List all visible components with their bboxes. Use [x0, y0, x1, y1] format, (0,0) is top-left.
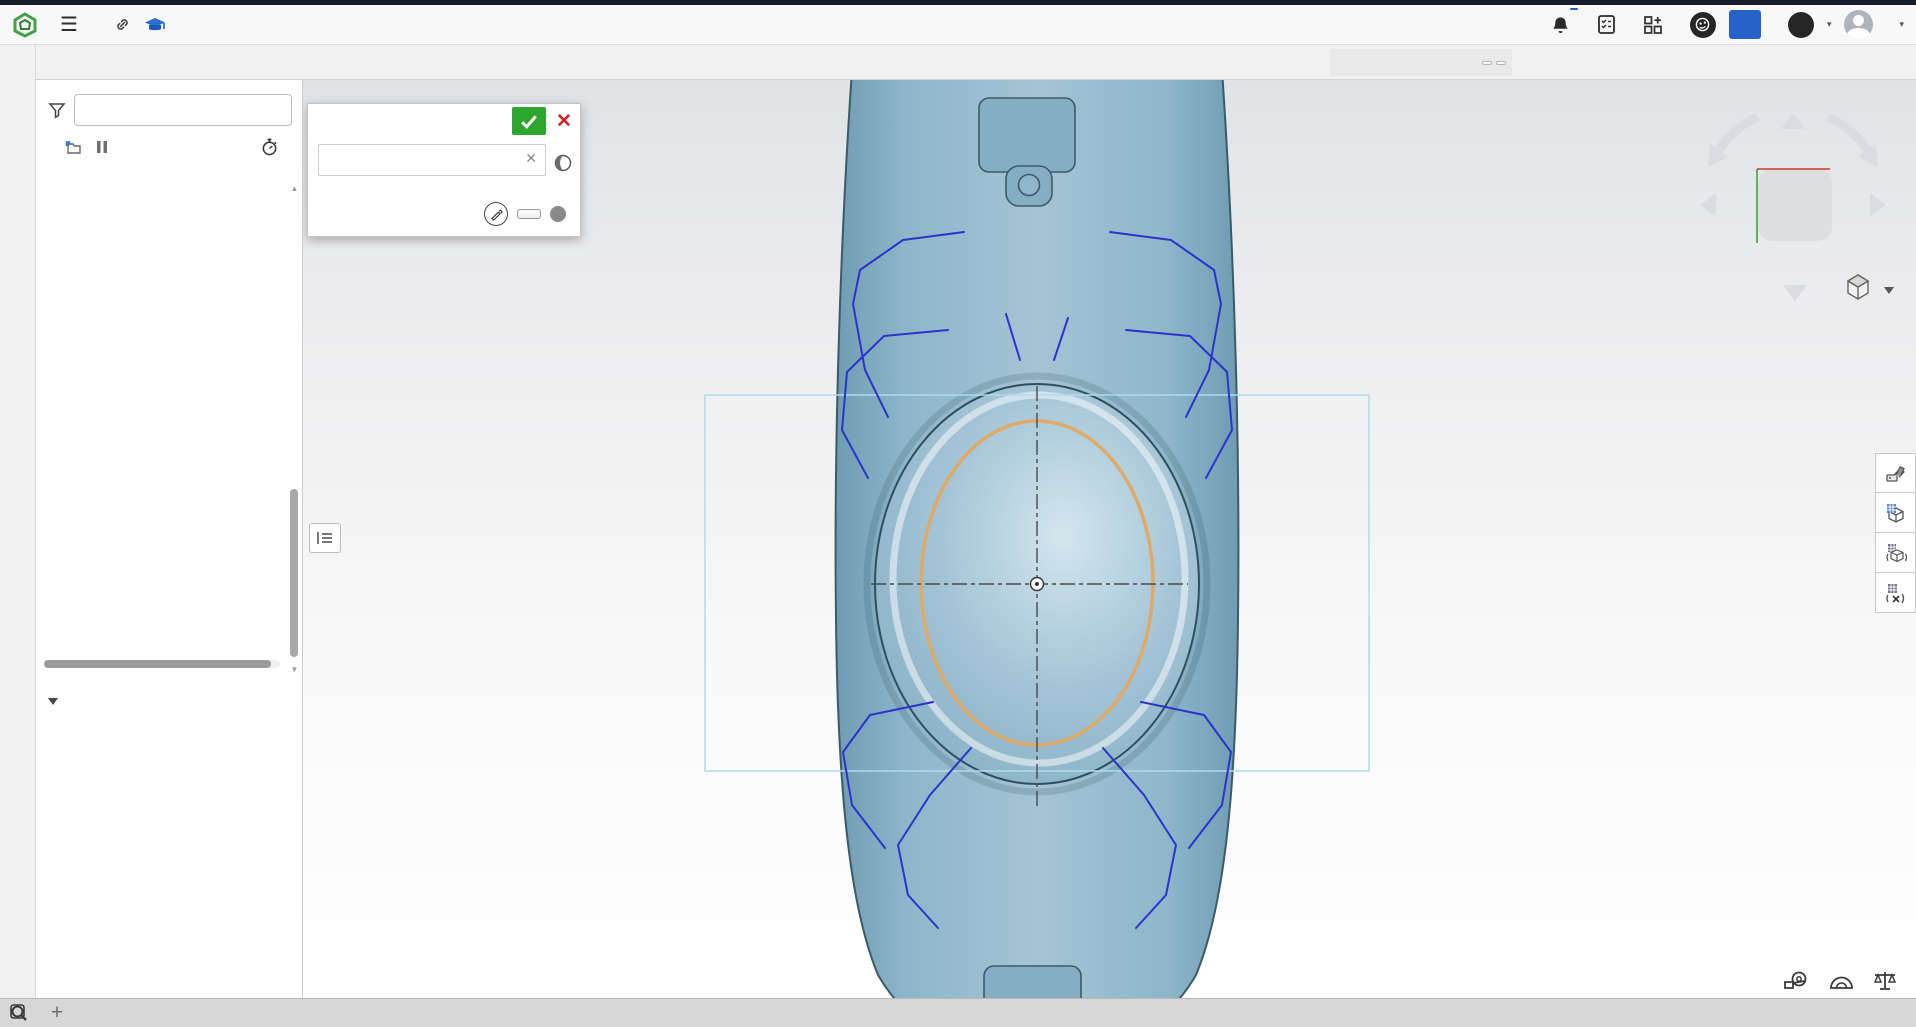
- check-icon: [521, 114, 537, 129]
- sketch-origin-dot: [1035, 582, 1039, 586]
- horizontal-scroll-thumb[interactable]: [44, 660, 271, 668]
- custom-table-icon[interactable]: [1875, 573, 1916, 613]
- search-tabs-icon[interactable]: [0, 999, 38, 1027]
- view-face-button[interactable]: [1758, 169, 1832, 241]
- tape-measure-icon[interactable]: [1782, 970, 1810, 992]
- education-cap-icon[interactable]: [144, 17, 165, 33]
- sketch-plane-value[interactable]: [327, 157, 525, 160]
- configured-cube-icon[interactable]: [1875, 533, 1916, 573]
- suspend-rebuild-icon[interactable]: [96, 140, 108, 154]
- sketch-toolbar: [36, 45, 1916, 80]
- named-views-cube-icon[interactable]: [1875, 493, 1916, 533]
- rollback-stopwatch-icon[interactable]: [261, 138, 278, 156]
- kbd-c: [1496, 60, 1506, 65]
- feature-filter-input[interactable]: [74, 94, 292, 126]
- dialog-checkboxes: [308, 176, 580, 192]
- search-tools-box[interactable]: [1330, 49, 1512, 76]
- new-tab-icon[interactable]: +: [38, 999, 76, 1027]
- app-store-grid-icon[interactable]: [1643, 15, 1663, 35]
- scroll-up-icon[interactable]: ▲: [290, 184, 299, 193]
- cancel-button[interactable]: ✕: [552, 107, 576, 135]
- help-caret-icon[interactable]: ▾: [1827, 19, 1832, 30]
- vertical-scroll-thumb[interactable]: [290, 489, 298, 657]
- protractor-icon[interactable]: [1827, 970, 1855, 992]
- feature-list: [36, 182, 286, 658]
- appearance-icon[interactable]: [1875, 453, 1916, 493]
- feature-list-panel: ▲ ▼: [36, 80, 303, 998]
- notification-count-badge: [1569, 7, 1578, 10]
- kbd-alt: [1482, 60, 1492, 65]
- document-header: ☰ ▾ ▾: [0, 5, 1916, 45]
- mass-properties-icon[interactable]: [1872, 970, 1898, 992]
- features-horizontal-scrollbar[interactable]: [44, 660, 280, 668]
- main-menu-icon[interactable]: ☰: [60, 12, 78, 37]
- parts-chevron-icon: [48, 697, 58, 705]
- tab-bar: +: [0, 998, 1916, 1027]
- accept-button[interactable]: [512, 107, 546, 135]
- view-navigation-widget[interactable]: [1688, 85, 1916, 320]
- rotate-left-icon[interactable]: [1700, 193, 1716, 217]
- onshape-logo-icon: [13, 11, 37, 38]
- rotate-up-icon[interactable]: [1781, 113, 1805, 129]
- dialog-help-icon[interactable]: [550, 206, 566, 222]
- scroll-down-icon[interactable]: ▼: [290, 665, 299, 674]
- measure-toolbar: [1782, 970, 1898, 992]
- viewport-right-rail: [1875, 453, 1916, 613]
- sketch-options-icon[interactable]: [484, 202, 508, 226]
- roll-cw-icon[interactable]: [1826, 112, 1874, 158]
- sketch-list-flyout-toggle[interactable]: [309, 523, 341, 553]
- tasks-checklist-icon[interactable]: [1597, 14, 1616, 35]
- user-menu-caret-icon[interactable]: ▾: [1899, 19, 1904, 30]
- view-cube-menu-icon[interactable]: [1846, 274, 1894, 300]
- share-button[interactable]: [1728, 10, 1761, 39]
- sketch-plane-field[interactable]: ✕: [318, 144, 546, 176]
- copy-link-icon[interactable]: [114, 16, 131, 33]
- notifications-bell-icon[interactable]: [1551, 7, 1578, 35]
- roll-ccw-icon[interactable]: [1712, 112, 1760, 158]
- selection-sphere-icon[interactable]: [554, 154, 572, 177]
- sketch-dialog: ✕ ✕: [307, 103, 581, 237]
- help-icon[interactable]: [1787, 11, 1814, 38]
- new-folder-icon[interactable]: [64, 140, 82, 155]
- graphics-area[interactable]: ✕ ✕: [303, 80, 1916, 998]
- rotate-down-icon[interactable]: [1783, 285, 1807, 301]
- parts-section-header[interactable]: [36, 688, 302, 714]
- features-vertical-scrollbar[interactable]: ▲ ▼: [290, 184, 299, 674]
- clear-selection-icon[interactable]: ✕: [525, 150, 537, 167]
- left-panel-rail: [0, 45, 36, 998]
- user-avatar[interactable]: [1844, 10, 1874, 39]
- truck-cutout-bottom[interactable]: [983, 965, 1082, 998]
- rotate-right-icon[interactable]: [1870, 193, 1886, 217]
- filter-funnel-icon[interactable]: [48, 101, 66, 119]
- ai-advisor-icon[interactable]: [1689, 11, 1716, 38]
- final-button[interactable]: [517, 209, 541, 219]
- onshape-logo[interactable]: [12, 11, 46, 38]
